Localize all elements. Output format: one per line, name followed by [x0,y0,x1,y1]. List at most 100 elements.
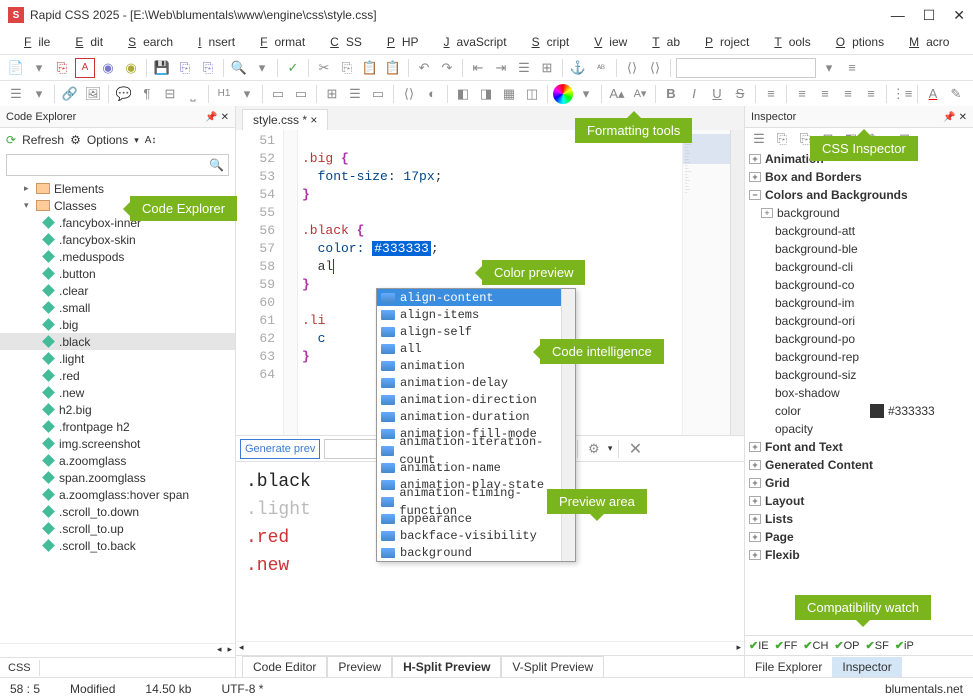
insp-prop[interactable]: background-ble [745,240,973,258]
options-button[interactable]: Options [87,133,128,147]
align-center-button[interactable]: ≡ [815,84,835,104]
align-justify-button[interactable]: ≡ [861,84,881,104]
color-wheel-icon[interactable] [553,84,573,104]
tree-elements[interactable]: ▸Elements [0,180,235,197]
tag3-button[interactable]: ▦ [499,84,519,104]
align-left-button[interactable]: ≡ [792,84,812,104]
gear-icon[interactable]: ⚙ [70,133,81,147]
tree-item[interactable]: .clear [0,282,235,299]
tree-item[interactable]: h2.big [0,401,235,418]
strike-button[interactable]: S [730,84,750,104]
menu-project[interactable]: Project [691,33,756,51]
view-tab[interactable]: H-Split Preview [392,656,501,677]
insp-row[interactable]: +Grid [745,474,973,492]
menu-insert[interactable]: Insert [184,33,242,51]
menu-tools[interactable]: Tools [760,33,817,51]
tree-item[interactable]: .small [0,299,235,316]
ac-item[interactable]: align-content [377,289,575,306]
scrollbar[interactable] [730,130,744,435]
underline-button[interactable]: U [707,84,727,104]
view-tab[interactable]: V-Split Preview [501,656,604,677]
pin-icon[interactable]: 📌 [205,112,217,123]
redo-button[interactable]: ↷ [437,58,457,78]
align-right-button[interactable]: ≡ [838,84,858,104]
explorer-tree[interactable]: ▸Elements▾Classes.fancybox-inner.fancybo… [0,178,235,643]
list-button[interactable]: ☰ [514,58,534,78]
tree-item[interactable]: .red [0,367,235,384]
ac-item[interactable]: background [377,544,575,561]
chevron-down-icon[interactable]: ▾ [134,135,139,146]
insp-prop[interactable]: box-shadow [745,384,973,402]
para-button[interactable]: ¶ [137,84,157,104]
h1-button[interactable]: H1 [214,84,234,104]
validate-button[interactable]: ⟨⟩ [622,58,642,78]
tree-item[interactable]: .scroll_to.back [0,537,235,554]
font-dec-button[interactable]: A▾ [630,84,650,104]
insp-prop[interactable]: background-co [745,276,973,294]
dropdown-icon[interactable]: ▾ [819,58,839,78]
indent-right-button[interactable]: ⇥ [491,58,511,78]
menu-search[interactable]: Search [114,33,180,51]
image-button[interactable]: 🖼 [83,84,103,104]
menu-javascript[interactable]: JavaScript [430,33,514,51]
autocomplete-popup[interactable]: align-contentalign-itemsalign-selfallani… [376,288,576,562]
ac-item[interactable]: animation-direction [377,391,575,408]
tree-item[interactable]: span.zoomglass [0,469,235,486]
a-button[interactable]: A [75,58,95,78]
tree-item[interactable]: .meduspods [0,248,235,265]
tree-item[interactable]: .scroll_to.up [0,520,235,537]
tree-item[interactable]: .button [0,265,235,282]
menu-edit[interactable]: Edit [61,33,110,51]
menu-options[interactable]: Options [822,33,891,51]
nbsp-button[interactable]: ⎵ [183,84,203,104]
dropdown-icon[interactable]: ▾ [576,84,596,104]
pin-icon[interactable]: 📌 [943,112,955,123]
font-color-button[interactable]: A [923,84,943,104]
bold-button[interactable]: B [661,84,681,104]
tree-item[interactable]: .light [0,350,235,367]
cut-button[interactable]: ✂ [314,58,334,78]
menu-css[interactable]: CSS [316,33,369,51]
refresh-button[interactable]: Refresh [22,133,64,147]
ac-item[interactable]: animation-timing-function [377,493,575,510]
tag4-button[interactable]: ◫ [522,84,542,104]
scroll-left-icon[interactable]: ◂ [236,642,247,655]
insp-prop[interactable]: background-siz [745,366,973,384]
inspector-properties[interactable]: +Animation+Box and Borders−Colors and Ba… [745,150,973,635]
insp-row[interactable]: +background [745,204,973,222]
menu-format[interactable]: Format [246,33,312,51]
tag-button[interactable]: ⚓ [568,58,588,78]
menu-macro[interactable]: Macro [895,33,956,51]
insp-row[interactable]: +Generated Content [745,456,973,474]
close-icon[interactable]: × [310,113,317,127]
font-inc-button[interactable]: A▴ [607,84,627,104]
right-tab[interactable]: Inspector [832,657,901,677]
view-tab[interactable]: Preview [327,656,392,677]
tree-item[interactable]: .scroll_to.down [0,503,235,520]
insp-prop[interactable]: background-po [745,330,973,348]
insp-btn2[interactable]: ⎘ [772,129,792,149]
link-button[interactable]: 🔗 [60,84,80,104]
explorer-search-input[interactable]: 🔍 [6,154,229,176]
form-button[interactable]: ☰ [345,84,365,104]
menu-tab[interactable]: Tab [638,33,687,51]
minimize-button[interactable]: — [891,7,905,24]
view-tab[interactable]: Code Editor [242,656,327,677]
menu-file[interactable]: File [10,33,57,51]
tree-item[interactable]: .new [0,384,235,401]
tree-item[interactable]: a.zoomglass:hover span [0,486,235,503]
insp-color-row[interactable]: color#333333 [745,402,973,420]
ac-item[interactable]: align-self [377,323,575,340]
tree-item[interactable]: img.screenshot [0,435,235,452]
tree-item[interactable]: .frontpage h2 [0,418,235,435]
clipboard-button[interactable]: 📋 [383,58,403,78]
insp-prop[interactable]: background-cli [745,258,973,276]
copy-button[interactable]: ⎘ [198,58,218,78]
spellcheck-button[interactable]: ✓ [283,58,303,78]
insp-prop[interactable]: background-ori [745,312,973,330]
browser-button[interactable]: ⟨⟩ [645,58,665,78]
span-button[interactable]: ▭ [291,84,311,104]
dropdown-icon[interactable]: ▾ [237,84,257,104]
php-button[interactable]: ◉ [98,58,118,78]
insp-row[interactable]: +Flexib [745,546,973,564]
